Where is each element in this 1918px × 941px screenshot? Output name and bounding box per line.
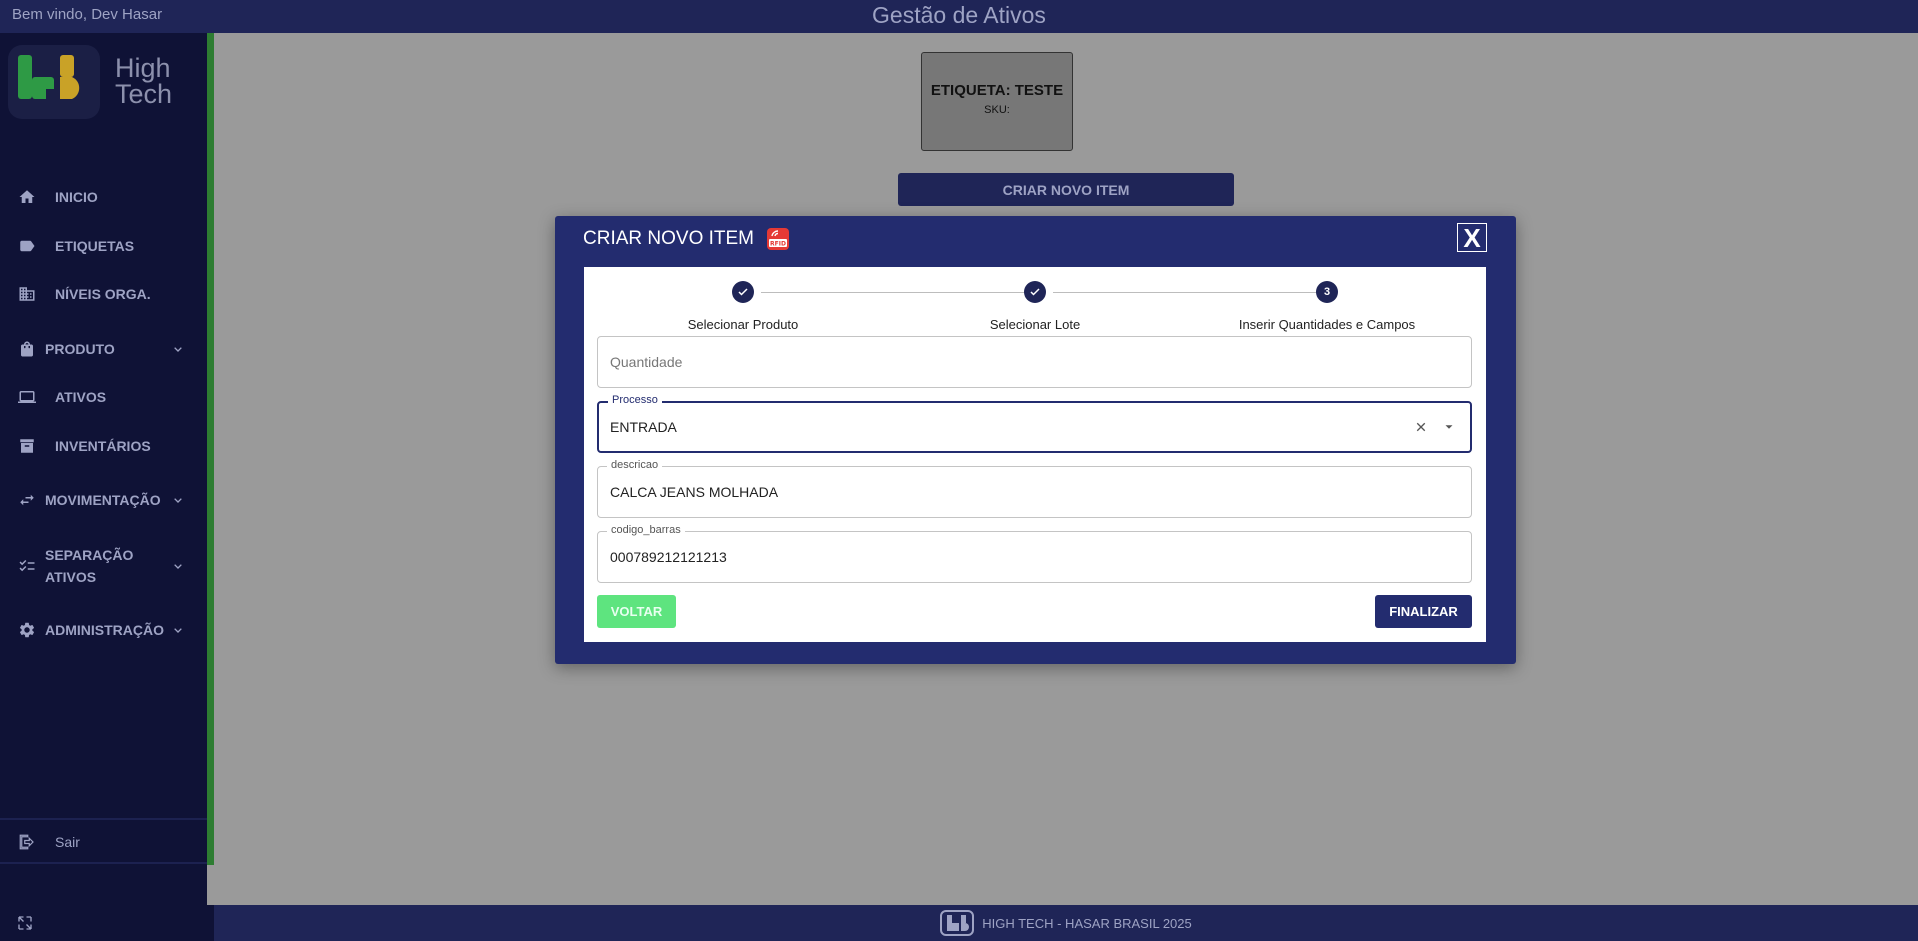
codigo-barras-field: codigo_barras: [597, 524, 1472, 583]
archive-icon: [17, 436, 37, 456]
sidebar-item-label: INVENTÁRIOS: [55, 438, 151, 454]
logo-mark: [8, 45, 100, 119]
chevron-down-icon: [170, 492, 186, 508]
modal-close-button[interactable]: X: [1457, 223, 1487, 252]
descricao-input[interactable]: [610, 467, 1430, 517]
step-1-check-icon: [732, 281, 754, 303]
sidebar-item-movimentacao[interactable]: MOVIMENTAÇÃO: [0, 480, 207, 520]
sidebar-divider: [0, 862, 207, 864]
dropdown-arrow-icon[interactable]: [1442, 420, 1456, 434]
step-connector: [1053, 292, 1321, 293]
sidebar-item-label: ATIVOS: [55, 389, 107, 405]
quantidade-input[interactable]: [610, 337, 1430, 387]
processo-input[interactable]: [610, 402, 1430, 452]
clear-icon[interactable]: [1412, 418, 1430, 436]
back-button[interactable]: VOLTAR: [597, 595, 676, 628]
home-icon: [17, 187, 37, 207]
top-bar: Bem vindo, Dev Hasar Gestão de Ativos: [0, 0, 1918, 33]
step-2-check-icon: [1024, 281, 1046, 303]
sidebar-item-label: ETIQUETAS: [55, 238, 135, 254]
sidebar-accent-bar: [207, 33, 214, 865]
sidebar-divider: [0, 818, 207, 820]
logout-button[interactable]: Sair: [0, 822, 207, 862]
footer: HIGH TECH - HASAR BRASIL 2025: [214, 905, 1918, 941]
sidebar-item-administracao[interactable]: ADMINISTRAÇÃO: [0, 610, 207, 650]
sidebar-item-label: MOVIMENTAÇÃO: [45, 492, 161, 508]
step-3-number: 3: [1316, 281, 1338, 303]
logo-text: High Tech: [115, 53, 173, 109]
finish-button[interactable]: FINALIZAR: [1375, 595, 1472, 628]
logout-label: Sair: [55, 834, 80, 850]
sidebar-item-produto[interactable]: PRODUTO: [0, 329, 207, 369]
tag-icon: [17, 236, 37, 256]
tag-preview-card: ETIQUETA: TESTE SKU:: [921, 52, 1073, 151]
sidebar-item-inicio[interactable]: INICIO: [0, 177, 207, 217]
create-new-item-button[interactable]: CRIAR NOVO ITEM: [898, 173, 1234, 206]
chevron-down-icon: [170, 558, 186, 574]
sidebar-item-label: NÍVEIS ORGA.: [55, 286, 151, 302]
sidebar-item-ativos[interactable]: ATIVOS: [0, 377, 207, 417]
logo-text-line2: Tech: [115, 79, 173, 109]
rfid-icon: RFID: [766, 227, 790, 251]
sidebar-item-label: SEPARAÇÃO ATIVOS: [45, 544, 133, 588]
logo-text-line1: High: [115, 53, 171, 83]
sidebar-item-label: PRODUTO: [45, 341, 115, 357]
modal-header: CRIAR NOVO ITEM RFID: [583, 227, 790, 251]
chevron-down-icon: [170, 622, 186, 638]
footer-text: HIGH TECH - HASAR BRASIL 2025: [982, 915, 1192, 931]
step-1-label: Selecionar Produto: [687, 317, 799, 332]
bag-icon: [17, 339, 37, 359]
stepper: 3 Selecionar Produto Selecionar Lote Ins…: [584, 267, 1486, 337]
quantidade-field: [597, 336, 1472, 388]
step-3-label: Inserir Quantidades e Campos: [1238, 317, 1416, 332]
create-item-modal: CRIAR NOVO ITEM RFID X 3 Selecionar Prod…: [555, 216, 1516, 664]
sidebar-item-niveis-orga[interactable]: NÍVEIS ORGA.: [0, 274, 207, 314]
sidebar: [0, 33, 207, 905]
modal-body: 3 Selecionar Produto Selecionar Lote Ins…: [584, 267, 1486, 642]
checklist-icon: [17, 556, 37, 576]
sidebar-item-label-line2: ATIVOS: [45, 569, 97, 585]
laptop-icon: [17, 387, 37, 407]
modal-title: CRIAR NOVO ITEM: [583, 228, 755, 249]
building-icon: [17, 284, 37, 304]
sidebar-item-label: INICIO: [55, 189, 98, 205]
tag-preview-sku: SKU:: [984, 104, 1010, 116]
gear-icon: [17, 620, 37, 640]
sidebar-item-etiquetas[interactable]: ETIQUETAS: [0, 226, 207, 266]
codigo-barras-input[interactable]: [610, 532, 1430, 582]
logout-icon: [17, 832, 37, 852]
chevron-down-icon: [170, 341, 186, 357]
step-2-label: Selecionar Lote: [989, 317, 1081, 332]
svg-text:RFID: RFID: [770, 241, 786, 248]
step-connector: [761, 292, 1029, 293]
sidebar-item-inventarios[interactable]: INVENTÁRIOS: [0, 426, 207, 466]
swap-icon: [17, 490, 37, 510]
sidebar-item-label: ADMINISTRAÇÃO: [45, 622, 164, 638]
footer-logo-icon: [940, 910, 975, 936]
descricao-field: descricao: [597, 459, 1472, 518]
processo-field: Processo: [597, 394, 1472, 453]
fullscreen-icon[interactable]: [16, 914, 34, 932]
sidebar-item-separacao-ativos[interactable]: SEPARAÇÃO ATIVOS: [0, 543, 207, 589]
logo: High Tech: [8, 45, 208, 119]
app-title: Gestão de Ativos: [872, 2, 1046, 28]
sidebar-item-label-line1: SEPARAÇÃO: [45, 547, 134, 563]
tag-preview-title: ETIQUETA: TESTE: [930, 82, 1064, 99]
